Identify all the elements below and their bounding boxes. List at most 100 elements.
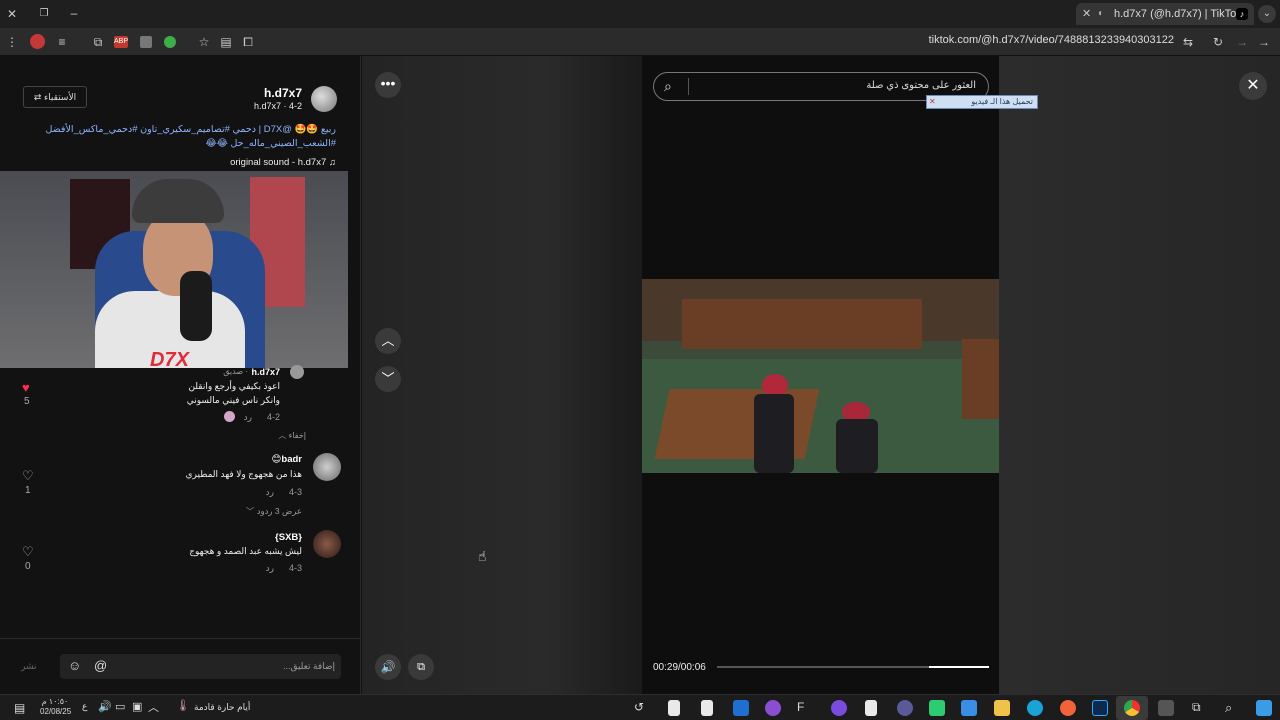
restore-window-icon[interactable]: ❐ (36, 6, 52, 22)
bookmark-star-icon[interactable]: ☆ (196, 34, 212, 50)
url-field[interactable]: tiktok.com/@h.d7x7/video/748881323394030… (929, 34, 1174, 46)
commenter-avatar[interactable] (313, 530, 341, 558)
forward-icon[interactable]: → (1234, 34, 1250, 50)
battery-icon[interactable]: ▣ (132, 700, 142, 713)
input-divider (0, 638, 361, 639)
outlook-icon[interactable] (733, 700, 749, 716)
character-red-hat-1 (762, 374, 788, 396)
file-explorer-icon[interactable] (994, 700, 1010, 716)
commenter-avatar[interactable] (290, 365, 304, 379)
clock-date: 02/08/25 (40, 707, 72, 716)
tiktok-favicon-icon: ♪ (1236, 8, 1248, 20)
streamer-webcam-overlay: D7X (0, 171, 348, 368)
mouse-cursor-icon: ☝ (478, 548, 487, 564)
menu-dots-icon[interactable]: ⋮ (4, 34, 20, 50)
emoji-icon[interactable]: ☺ (68, 658, 81, 673)
volume-tray-icon[interactable]: 🔊 (98, 700, 112, 713)
file-icon[interactable] (865, 700, 877, 716)
mention-icon[interactable]: @ (94, 658, 107, 673)
liked-heart-icon[interactable]: ♥ (22, 380, 30, 395)
search-taskbar-icon[interactable]: ⌕ (1225, 700, 1241, 716)
extensions-puzzle-icon[interactable]: ⧉ (90, 34, 106, 50)
app-icon[interactable]: F (797, 700, 813, 716)
minimize-window-icon[interactable]: – (66, 5, 82, 21)
comment-input[interactable]: ☺ @ إضافة تعليق... (60, 654, 341, 679)
extension-box-icon[interactable] (140, 36, 152, 48)
site-settings-icon[interactable]: ⇆ (1180, 34, 1196, 50)
photoshop-icon[interactable] (1092, 700, 1108, 716)
app-icon[interactable] (765, 700, 781, 716)
heart-outline-icon[interactable]: ♡ (22, 544, 34, 560)
previous-video-icon[interactable]: ︿ (375, 328, 401, 354)
cast-icon[interactable]: ⧠ (240, 34, 256, 50)
progress-track[interactable] (717, 666, 989, 668)
creator-avatar[interactable] (311, 86, 337, 112)
input-language[interactable]: ع (82, 701, 87, 712)
close-video-icon[interactable]: ✕ (1239, 72, 1267, 100)
post-comment-button[interactable]: نشر (21, 661, 37, 672)
tab-search-icon[interactable]: ⌄ (1258, 5, 1276, 23)
reply-button[interactable]: رد (244, 412, 252, 423)
sound-link[interactable]: original sound - h.d7x7 ♫ (230, 157, 336, 168)
comment-text-line-2: وانكر ناس فيني مالسوني (186, 395, 280, 405)
reply-button[interactable]: رد (266, 487, 274, 498)
tray-overflow-icon[interactable]: ︿ (148, 699, 159, 715)
close-window-icon[interactable]: ✕ (4, 6, 20, 22)
commenter-name[interactable]: badr😊 (272, 454, 303, 465)
task-view-icon[interactable]: ⧉ (1192, 700, 1208, 716)
close-tab-icon[interactable]: ✕ (1082, 3, 1091, 25)
creator-username[interactable]: h.d7x7 (264, 86, 302, 100)
back-icon[interactable]: → (1256, 34, 1272, 50)
notifications-icon[interactable]: ▤ (14, 701, 25, 715)
hide-replies-button[interactable]: إخفاء ︿ (278, 430, 306, 441)
commenter-name[interactable]: h.d7x7 (251, 367, 280, 377)
comment-date: 4-3 (288, 563, 302, 573)
banner-close-icon[interactable]: ✕ (929, 96, 936, 108)
active-tab[interactable]: ✕ ◐ h.d7x7 (@h.d7x7) | TikTok ♪ (1076, 3, 1254, 25)
character-body-1 (754, 394, 794, 473)
file-icon[interactable] (701, 700, 713, 716)
commenter-name[interactable]: {SXB} (275, 532, 302, 543)
more-options-icon[interactable]: ••• (375, 72, 401, 98)
app-icon[interactable] (929, 700, 945, 716)
sound-label: original sound - h.d7x7 (230, 157, 327, 168)
heart-outline-icon[interactable]: ♡ (22, 468, 34, 484)
chrome-icon[interactable] (1124, 700, 1140, 716)
volume-icon[interactable]: 🔊 (375, 654, 401, 680)
search-icon[interactable]: ⌕ (664, 78, 672, 95)
reply-button[interactable]: رد (266, 563, 274, 574)
comment-date: 4-3 (288, 487, 302, 497)
app-icon[interactable] (1060, 700, 1076, 716)
character-body-2 (836, 419, 878, 473)
video-player[interactable]: ⌕ العثور على محتوى ذي صلة ✕ تحميل هذا ال… (642, 56, 1038, 694)
app-icon[interactable] (831, 700, 847, 716)
picture-in-picture-icon[interactable]: ⧉ (408, 654, 434, 680)
view-replies-button[interactable]: عرض 3 ردود ﹀ (246, 505, 302, 517)
edge-icon[interactable] (1027, 700, 1043, 716)
share-button[interactable]: الأستقباء ⇄ (23, 86, 87, 108)
download-video-banner[interactable]: ✕ تحميل هذا الـ فيديو (926, 95, 1038, 109)
commenter-avatar[interactable] (313, 453, 341, 481)
app-icon[interactable] (1158, 700, 1174, 716)
file-icon[interactable] (668, 700, 680, 716)
adblock-icon[interactable]: ABP (114, 36, 128, 48)
address-bar: ⋮ ≡ ⧉ ABP ☆ ▤ ⧠ tiktok.com/@h.d7x7/video… (0, 28, 1280, 56)
weather-icon: 🌡 (176, 700, 190, 712)
network-icon[interactable]: ▭ (115, 700, 125, 713)
windows-start-icon[interactable] (1256, 700, 1272, 716)
extension-icon[interactable]: ≡ (54, 34, 70, 50)
clock[interactable]: ١٠:٥٠ م 02/08/25 (40, 697, 72, 717)
hide-replies-label: إخفاء (288, 431, 306, 440)
extension-green-icon[interactable] (164, 36, 176, 48)
reload-icon[interactable]: ↻ (1210, 34, 1226, 50)
reading-list-icon[interactable]: ▤ (218, 34, 234, 50)
video-time: 00:29/00:06 (653, 662, 706, 673)
search-placeholder: العثور على محتوى ذي صلة (866, 80, 976, 91)
next-video-icon[interactable]: ﹀ (375, 366, 401, 392)
app-icon[interactable] (961, 700, 977, 716)
media-player-icon[interactable] (897, 700, 913, 716)
like-count: 1 (25, 485, 31, 496)
app-icon[interactable]: ↺ (634, 700, 650, 716)
weather-text[interactable]: أيام حارة قادمة (194, 702, 250, 713)
profile-avatar[interactable] (30, 34, 45, 49)
